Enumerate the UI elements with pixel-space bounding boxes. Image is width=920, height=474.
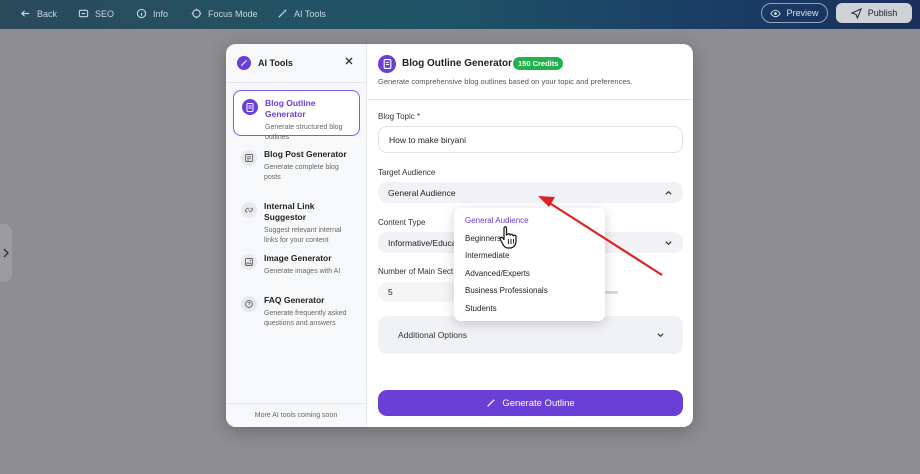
sidebar-expand-handle[interactable]	[0, 224, 12, 282]
additional-options-label: Additional Options	[398, 330, 467, 340]
content-type-label: Content Type	[378, 218, 426, 227]
tool-name: Blog Post Generator	[264, 149, 347, 159]
tool-description: Generate structured blog outlines	[265, 124, 343, 141]
tool-panel-title: Blog Outline Generator	[402, 58, 513, 69]
tool-name: Blog Outline Generator	[265, 98, 316, 119]
chevron-right-icon	[3, 248, 9, 258]
dropdown-option-advanced-experts[interactable]: Advanced/Experts	[454, 265, 605, 283]
seo-button[interactable]: SEO	[78, 8, 114, 19]
info-icon	[136, 8, 147, 19]
focus-icon	[191, 8, 202, 19]
info-label: Info	[153, 8, 169, 19]
sections-value: 5	[388, 287, 393, 297]
back-label: Back	[37, 8, 58, 19]
seo-icon	[78, 9, 89, 18]
tool-name: Internal Link Suggestor	[264, 201, 315, 222]
tool-description: Generate images with AI	[264, 268, 341, 275]
dropdown-option-students[interactable]: Students	[454, 300, 605, 318]
magic-wand-icon	[278, 8, 288, 18]
seo-label: SEO	[95, 8, 115, 19]
close-icon[interactable]	[344, 56, 354, 66]
dropdown-option-beginners[interactable]: Beginners	[454, 230, 605, 248]
target-audience-label: Target Audience	[378, 168, 436, 177]
tool-description: Suggest relevant internal links for your…	[264, 227, 342, 244]
blog-topic-label: Blog Topic *	[378, 112, 421, 121]
link-icon	[241, 202, 257, 218]
back-button[interactable]: Back	[20, 8, 57, 19]
ai-tools-label: AI Tools	[294, 8, 326, 19]
preview-button[interactable]: Preview	[761, 3, 828, 23]
info-button[interactable]: Info	[136, 8, 168, 19]
tool-blog-post-generator[interactable]: Blog Post Generator Generate complete bl…	[233, 142, 360, 188]
target-audience-value: General Audience	[388, 187, 456, 198]
image-icon	[241, 254, 257, 270]
send-icon	[850, 7, 862, 19]
tool-name: FAQ Generator	[264, 295, 325, 305]
generate-outline-button[interactable]: Generate Outline	[378, 390, 683, 416]
eye-icon	[770, 9, 782, 17]
ai-logo-icon	[237, 56, 251, 70]
article-icon	[241, 150, 257, 166]
top-toolbar: Back SEO Info Focus Mode AI Tools Previe…	[0, 0, 920, 29]
focus-mode-label: Focus Mode	[208, 8, 258, 19]
dropdown-option-general-audience[interactable]: General Audience	[454, 212, 605, 230]
tool-panel-subtitle: Generate comprehensive blog outlines bas…	[378, 77, 633, 86]
focus-mode-button[interactable]: Focus Mode	[191, 8, 258, 19]
blog-topic-input[interactable]: How to make biryani	[378, 126, 683, 153]
blog-topic-value: How to make biryani	[389, 134, 467, 145]
tool-image-generator[interactable]: Image Generator Generate images with AI	[233, 246, 360, 292]
tool-panel-header: Blog Outline Generator 150 Credits Gener…	[367, 44, 693, 100]
chevron-down-icon	[665, 240, 672, 245]
additional-options-toggle[interactable]: Additional Options	[378, 316, 683, 354]
tool-name: Image Generator	[264, 253, 332, 263]
sections-input[interactable]: 5	[378, 282, 458, 302]
chevron-up-icon	[665, 190, 672, 195]
question-icon	[241, 296, 257, 312]
tool-blog-outline-generator[interactable]: Blog Outline Generator Generate structur…	[233, 90, 360, 141]
credits-badge: 150 Credits	[513, 57, 564, 70]
chevron-down-icon	[657, 333, 664, 338]
target-audience-select[interactable]: General Audience	[378, 182, 683, 203]
generate-outline-label: Generate Outline	[502, 397, 575, 409]
document-icon	[378, 55, 396, 73]
magic-wand-icon	[487, 398, 496, 407]
dropdown-option-intermediate[interactable]: Intermediate	[454, 247, 605, 265]
tool-description: Generate complete blog posts	[264, 164, 339, 181]
more-tools-note: More AI tools coming soon	[226, 403, 366, 427]
target-audience-dropdown: General Audience Beginners Intermediate …	[454, 208, 605, 321]
tools-sidebar-title: AI Tools	[258, 58, 293, 68]
tool-faq-generator[interactable]: FAQ Generator Generate frequently asked …	[233, 288, 360, 338]
tools-sidebar: AI Tools Blog Outline Generator Generate…	[226, 44, 367, 427]
tool-internal-link-suggestor[interactable]: Internal Link Suggestor Suggest relevant…	[233, 194, 360, 244]
publish-label: Publish	[867, 8, 898, 18]
arrow-left-icon	[20, 10, 30, 17]
publish-button[interactable]: Publish	[836, 3, 912, 23]
document-icon	[242, 99, 258, 115]
divider	[226, 82, 366, 83]
content-type-value: Informative/Educa	[388, 237, 457, 248]
ai-tools-button[interactable]: AI Tools	[277, 8, 326, 19]
preview-label: Preview	[786, 8, 819, 18]
tool-description: Generate frequently asked questions and …	[264, 310, 347, 327]
sections-label: Number of Main Sect	[378, 267, 454, 276]
dropdown-option-business-professionals[interactable]: Business Professionals	[454, 282, 605, 300]
